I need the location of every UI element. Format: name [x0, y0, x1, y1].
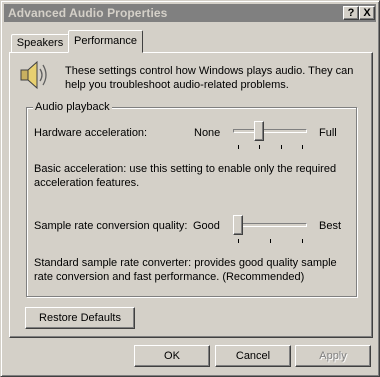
close-button[interactable]: X [359, 6, 375, 20]
slider-tick [302, 145, 303, 149]
slider-tick [238, 239, 239, 243]
slider-tick [259, 145, 260, 149]
slider-tick [302, 239, 303, 243]
audio-playback-group-label: Audio playback [33, 101, 112, 113]
hardware-acceleration-min-label: None [194, 127, 221, 139]
hardware-acceleration-slider-thumb[interactable] [254, 121, 264, 141]
sample-rate-slider-track [233, 223, 307, 227]
hardware-acceleration-slider[interactable] [233, 121, 307, 153]
hardware-acceleration-description: Basic acceleration: use this setting to … [34, 163, 337, 189]
sample-rate-min-label: Good [193, 220, 220, 232]
restore-defaults-button[interactable]: Restore Defaults [25, 307, 135, 329]
sample-rate-label: Sample rate conversion quality: [34, 220, 188, 232]
sample-rate-description: Standard sample rate converter: provides… [34, 257, 337, 283]
cancel-button[interactable]: Cancel [215, 345, 291, 367]
tab-speakers[interactable]: Speakers [11, 34, 69, 52]
speaker-icon [20, 60, 47, 90]
intro-text: These settings control how Windows plays… [65, 65, 354, 91]
apply-button[interactable]: Apply [295, 345, 371, 367]
slider-tick [238, 145, 239, 149]
advanced-audio-properties-dialog: Advanced Audio Properties ? X Speakers P… [0, 0, 380, 377]
ok-button[interactable]: OK [134, 345, 210, 367]
title-bar[interactable]: Advanced Audio Properties ? X [4, 4, 376, 22]
hardware-acceleration-label: Hardware acceleration: [34, 127, 148, 139]
sample-rate-slider[interactable] [233, 215, 307, 247]
help-button[interactable]: ? [343, 6, 359, 20]
window-title: Advanced Audio Properties [8, 6, 168, 20]
hardware-acceleration-max-label: Full [319, 127, 337, 139]
sample-rate-max-label: Best [319, 220, 342, 232]
sample-rate-slider-thumb[interactable] [233, 215, 243, 235]
slider-tick [270, 239, 271, 243]
hardware-acceleration-slider-track [233, 129, 307, 133]
tab-performance[interactable]: Performance [68, 30, 143, 53]
slider-tick [281, 145, 282, 149]
